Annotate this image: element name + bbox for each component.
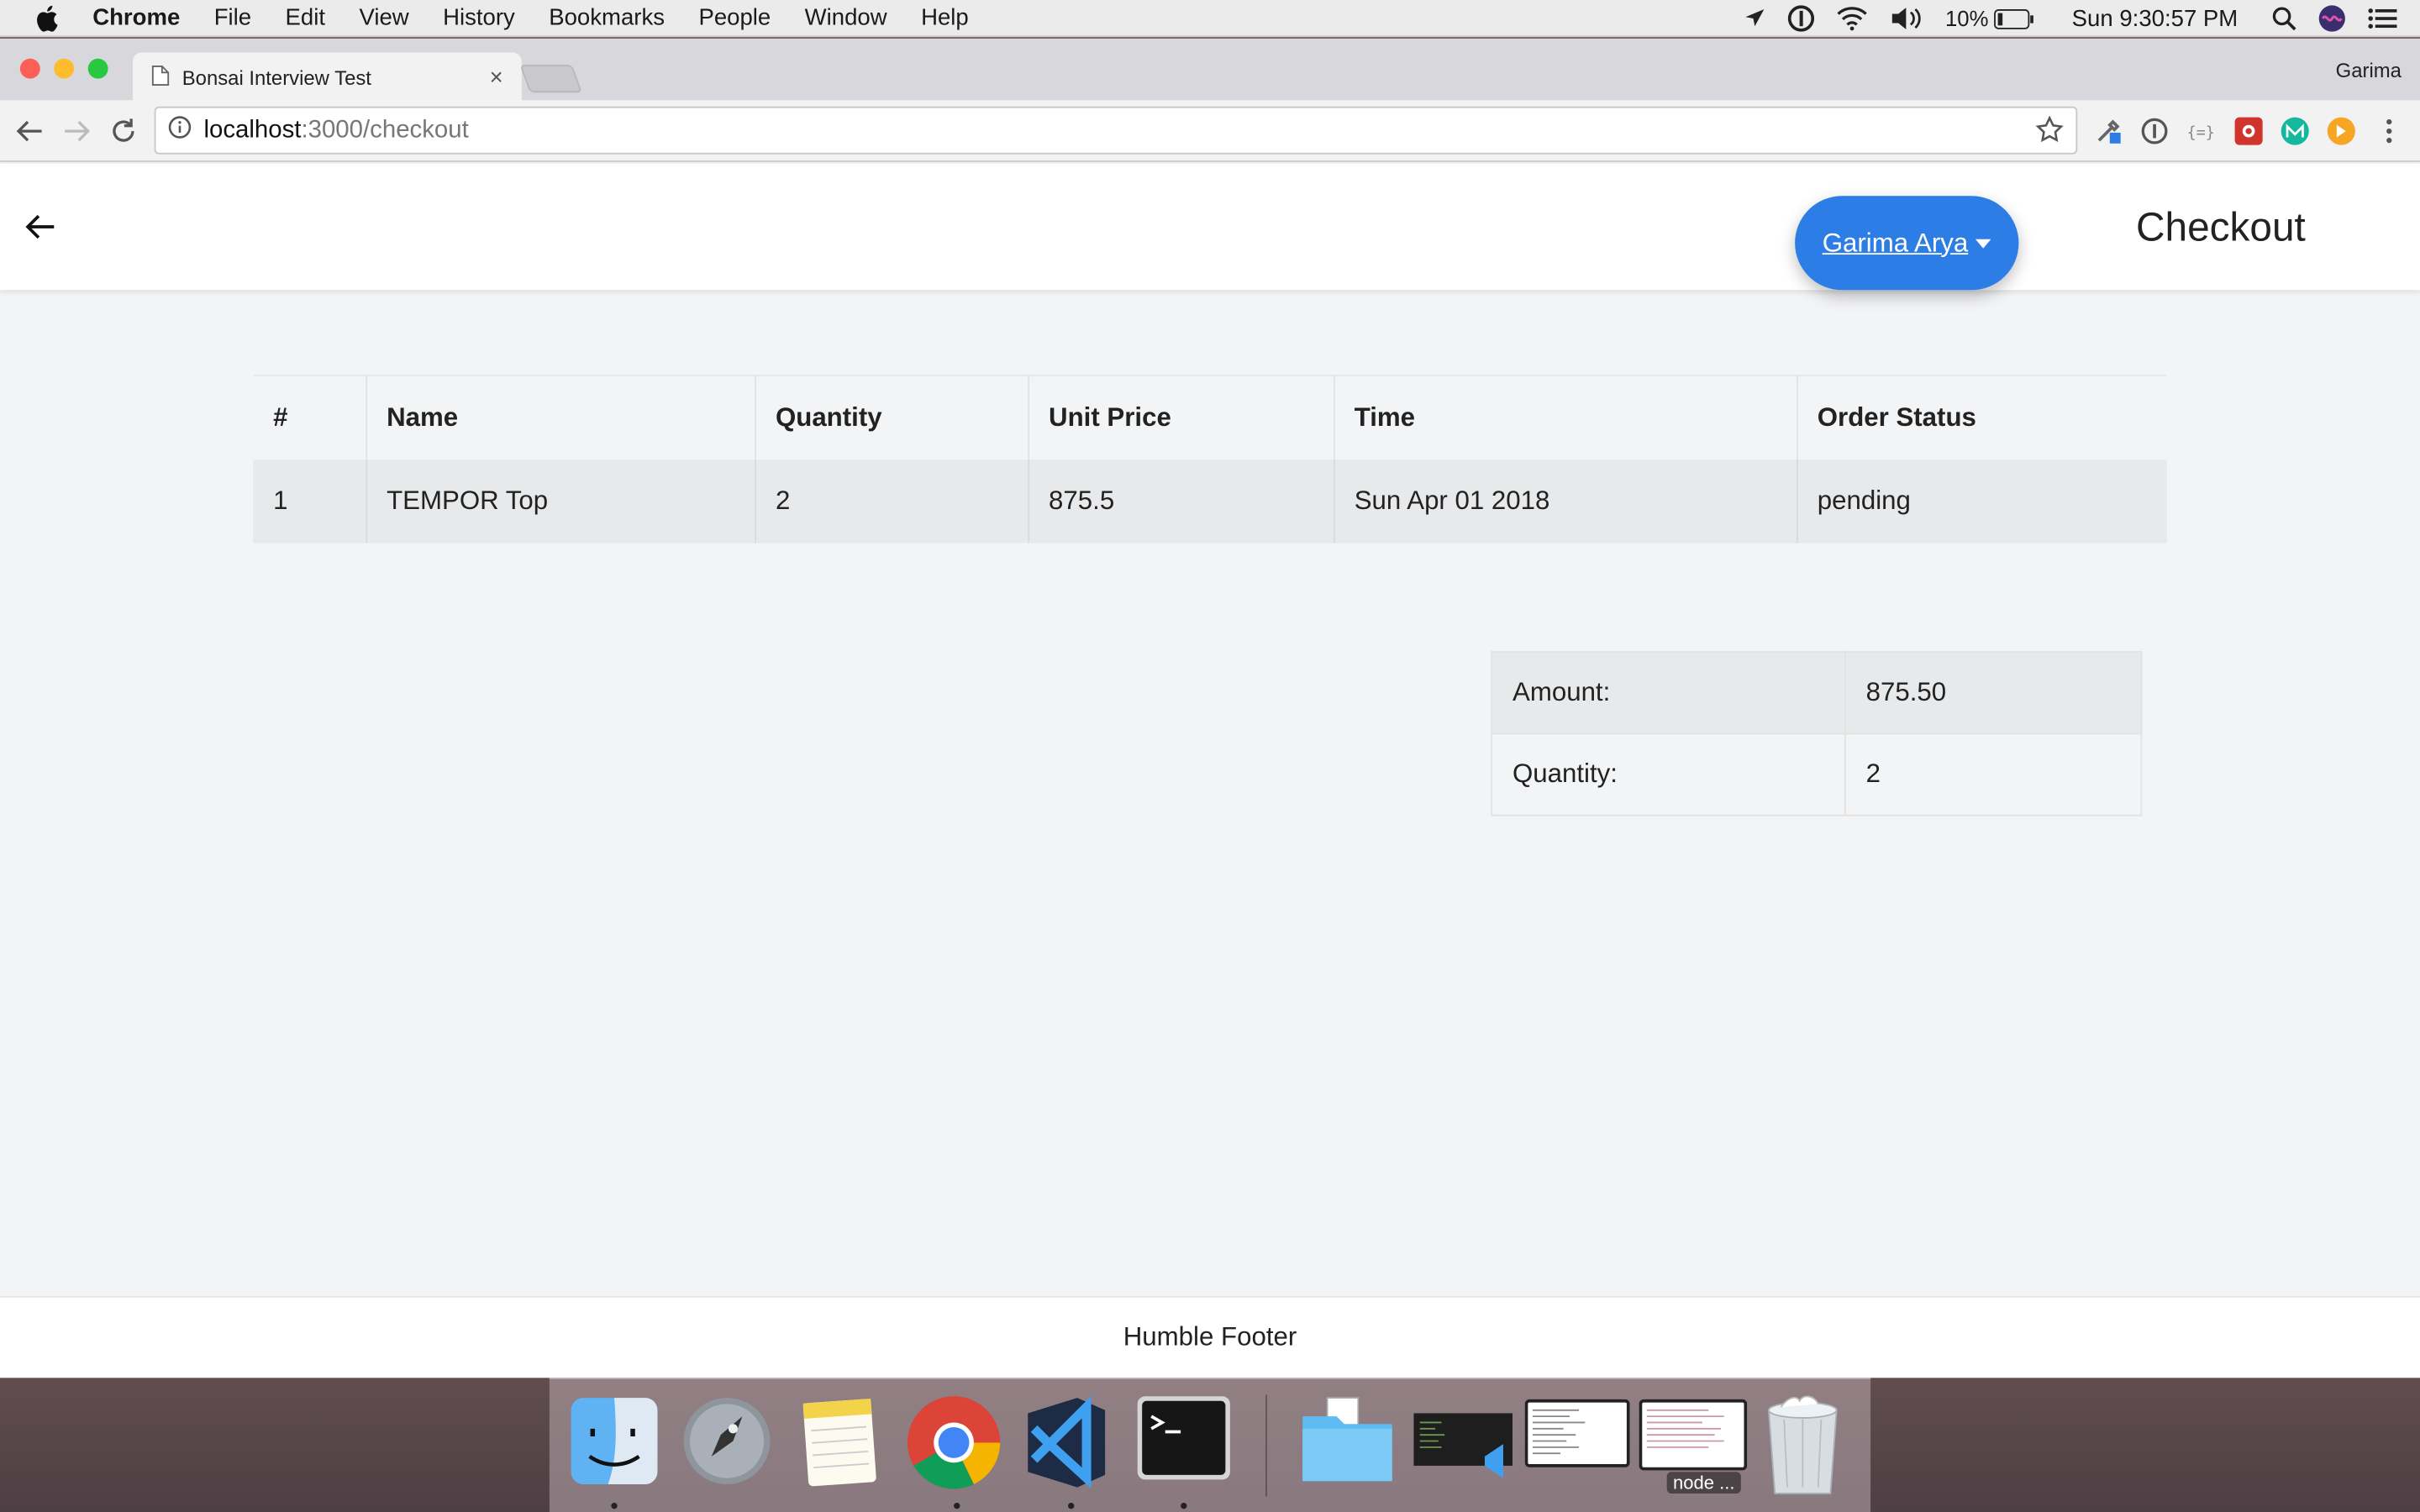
menu-file[interactable]: File: [214, 5, 251, 31]
extension-onepassword-icon[interactable]: [2141, 118, 2169, 145]
summary-label: Amount:: [1491, 651, 1846, 735]
menu-edit[interactable]: Edit: [286, 5, 325, 31]
column-header: Order Status: [1796, 375, 2167, 459]
tab-title: Bonsai Interview Test: [182, 66, 371, 89]
page-icon: [151, 64, 170, 90]
apple-icon[interactable]: [34, 4, 65, 32]
menubar: Chrome File Edit View History Bookmarks …: [0, 0, 2420, 38]
menu-app-name[interactable]: Chrome: [92, 5, 180, 31]
caret-down-icon: [1975, 238, 1991, 248]
column-header: Name: [366, 375, 756, 459]
volume-icon[interactable]: [1890, 6, 1923, 30]
svg-text:{=}: {=}: [2187, 123, 2215, 141]
vscode-window-thumbnail[interactable]: [1411, 1394, 1516, 1487]
notes-icon[interactable]: [793, 1394, 886, 1487]
address-bar[interactable]: localhost :3000/checkout: [154, 106, 2078, 155]
menu-window[interactable]: Window: [805, 5, 887, 31]
launchpad-icon[interactable]: [681, 1394, 773, 1487]
extension-play-icon[interactable]: [2327, 117, 2355, 145]
bookmark-star-icon[interactable]: [2035, 115, 2064, 151]
folder-icon[interactable]: [1300, 1394, 1392, 1487]
column-header: Time: [1333, 375, 1797, 459]
user-name: Garima Arya: [1822, 227, 1969, 257]
onepassword-icon[interactable]: [1788, 5, 1816, 33]
table-cell: 2: [755, 459, 1029, 543]
running-indicator: [954, 1502, 960, 1509]
summary-label: Quantity:: [1491, 732, 1846, 816]
url-host: localhost: [203, 116, 302, 143]
extension-m-icon[interactable]: [2281, 117, 2309, 145]
location-icon[interactable]: [1744, 8, 1766, 29]
browser-tab[interactable]: Bonsai Interview Test ×: [132, 52, 522, 102]
notification-center-icon[interactable]: [2368, 6, 2399, 30]
user-menu-button[interactable]: Garima Arya: [1795, 196, 2019, 291]
table-header-row: # Name Quantity Unit Price Time Order St…: [253, 375, 2167, 459]
dock-separator: [1265, 1394, 1267, 1497]
menu-bookmarks[interactable]: Bookmarks: [549, 5, 665, 31]
column-header: #: [253, 375, 367, 459]
tab-strip: Bonsai Interview Test × Garima: [0, 38, 2420, 102]
summary-value: 875.50: [1844, 651, 2143, 735]
summary-value: 2: [1844, 732, 2143, 816]
web-page: Garima Arya Checkout # Name Quantity Uni…: [0, 163, 2420, 1378]
back-arrow-icon[interactable]: [14, 116, 45, 147]
minimize-window-button[interactable]: [54, 58, 75, 79]
menu-people[interactable]: People: [698, 5, 771, 31]
close-window-button[interactable]: [19, 58, 40, 79]
summary-row: Quantity: 2: [1491, 732, 2143, 816]
orders-table: # Name Quantity Unit Price Time Order St…: [253, 375, 2167, 543]
column-header: Quantity: [755, 375, 1029, 459]
chrome-icon[interactable]: [906, 1394, 1001, 1489]
info-icon[interactable]: [168, 115, 192, 146]
forward-arrow-icon[interactable]: [61, 116, 92, 147]
finder-icon[interactable]: [568, 1394, 660, 1487]
extension-json-icon[interactable]: {=}: [2186, 118, 2219, 145]
url-path: :3000/checkout: [301, 116, 469, 143]
table-cell: 1: [253, 459, 367, 543]
zoom-window-button[interactable]: [87, 58, 108, 79]
browser-toolbar: localhost :3000/checkout {=}: [0, 100, 2420, 162]
footer-text: Humble Footer: [1123, 1322, 1297, 1352]
dock: node ...: [549, 1378, 1871, 1512]
profile-name[interactable]: Garima: [2336, 59, 2402, 82]
running-indicator: [1181, 1502, 1187, 1509]
table-cell: TEMPOR Top: [366, 459, 756, 543]
browser-window: Bonsai Interview Test × Garima localhost: [0, 38, 2420, 1378]
siri-icon[interactable]: [2318, 5, 2346, 33]
table-cell: Sun Apr 01 2018: [1333, 459, 1797, 543]
extension-bug-icon[interactable]: [2234, 117, 2263, 145]
wifi-icon[interactable]: [1837, 6, 1868, 31]
summary-table: Amount: 875.50 Quantity: 2: [1491, 651, 2143, 816]
menu-history[interactable]: History: [443, 5, 515, 31]
trash-icon[interactable]: [1760, 1394, 1852, 1494]
terminal-window-thumbnail[interactable]: [1524, 1394, 1630, 1487]
extension-eyedropper-icon[interactable]: [2094, 118, 2122, 145]
chrome-menu-icon[interactable]: [2375, 118, 2403, 145]
menu-help[interactable]: Help: [921, 5, 969, 31]
running-indicator: [1068, 1502, 1075, 1509]
column-header: Unit Price: [1028, 375, 1334, 459]
spotlight-search-icon[interactable]: [2272, 6, 2296, 31]
summary-row: Amount: 875.50: [1491, 651, 2143, 735]
vscode-icon[interactable]: [1022, 1394, 1114, 1489]
battery-icon[interactable]: [1994, 8, 2035, 29]
reload-icon[interactable]: [108, 116, 139, 147]
running-indicator: [611, 1502, 618, 1509]
table-row: 1 TEMPOR Top 2 875.5 Sun Apr 01 2018 pen…: [253, 459, 2167, 543]
dock-window-label: node ...: [1666, 1472, 1741, 1494]
new-tab-button[interactable]: [519, 65, 582, 93]
table-cell: 875.5: [1028, 459, 1334, 543]
page-title: Checkout: [2136, 203, 2306, 250]
terminal-icon[interactable]: [1136, 1394, 1230, 1487]
app-header: Garima Arya Checkout: [0, 163, 2420, 291]
page-footer: Humble Footer: [0, 1295, 2420, 1378]
tab-close-icon[interactable]: ×: [490, 64, 503, 90]
back-arrow-icon[interactable]: [22, 208, 59, 245]
table-cell: pending: [1796, 459, 2167, 543]
battery-percent: 10%: [1945, 6, 1989, 31]
menu-view[interactable]: View: [359, 5, 408, 31]
clock[interactable]: Sun 9:30:57 PM: [2072, 5, 2238, 31]
